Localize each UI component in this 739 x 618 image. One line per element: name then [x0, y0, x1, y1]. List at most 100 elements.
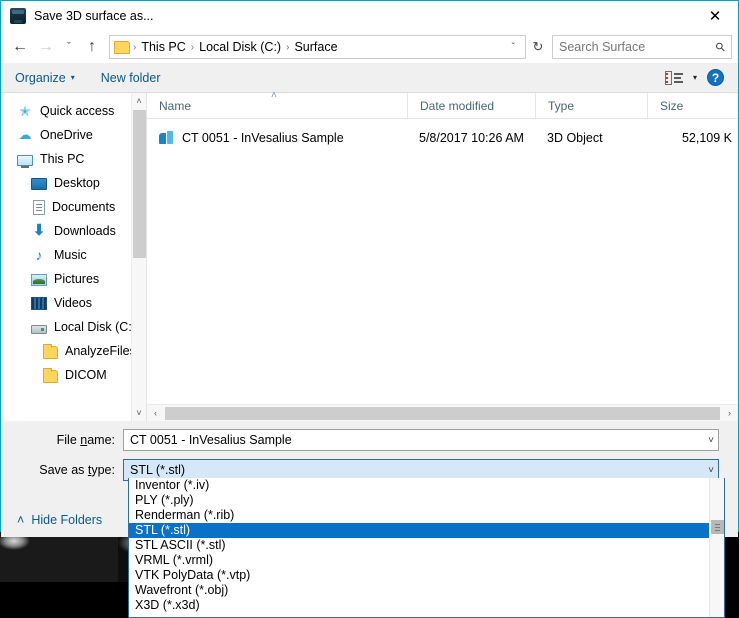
- column-header-label: Name: [159, 98, 192, 113]
- recent-locations-icon[interactable]: ˇ: [59, 34, 79, 60]
- search-input[interactable]: Search Surface ⚲: [552, 35, 732, 59]
- scrollbar-thumb[interactable]: [133, 110, 146, 258]
- dropdown-option[interactable]: Renderman (*.rib): [129, 508, 724, 523]
- title-bar: Save 3D surface as... ✕: [1, 1, 738, 31]
- sidebar-item-this-pc[interactable]: This PC: [1, 147, 146, 171]
- document-icon: [33, 199, 45, 215]
- folder-icon: [43, 367, 58, 383]
- sidebar-item-analyzefiles[interactable]: AnalyzeFiles: [1, 339, 146, 363]
- folder-icon: [114, 40, 130, 54]
- sidebar-item-pictures[interactable]: Pictures: [1, 267, 146, 291]
- dropdown-option[interactable]: STL ASCII (*.stl): [129, 538, 724, 553]
- column-header-row: Name ˄ Date modified Type Size: [147, 90, 738, 119]
- sidebar-item-quick-access[interactable]: ✭ Quick access: [1, 99, 146, 123]
- column-header-date-modified[interactable]: Date modified: [407, 93, 535, 118]
- address-dropdown-icon[interactable]: ˇ: [506, 42, 521, 53]
- video-icon: [31, 297, 47, 310]
- chevron-down-icon[interactable]: ˅: [702, 435, 714, 446]
- sidebar-item-videos[interactable]: Videos: [1, 291, 146, 315]
- folder-icon: [43, 343, 58, 359]
- organize-label: Organize: [15, 70, 66, 85]
- cell-size: 52,109 K: [681, 131, 732, 145]
- save-as-type-value: STL (*.stl): [130, 463, 186, 477]
- hide-folders-button[interactable]: ˄ Hide Folders: [17, 513, 102, 527]
- sidebar-item-label: Downloads: [54, 224, 116, 238]
- save-as-type-label-post: ype:: [91, 463, 115, 477]
- sidebar-item-downloads[interactable]: ⬇ Downloads: [1, 219, 146, 243]
- sidebar-item-label: Pictures: [54, 272, 100, 286]
- dropdown-option[interactable]: Wavefront (*.obj): [129, 583, 724, 598]
- sidebar-item-local-disk[interactable]: Local Disk (C:): [1, 315, 146, 339]
- invesalius-icon: [10, 8, 26, 24]
- file-name-input[interactable]: CT 0051 - InVesalius Sample ˅: [123, 429, 719, 451]
- file-name-label: CT 0051 - InVesalius Sample: [182, 131, 344, 145]
- back-icon[interactable]: ←: [7, 34, 33, 60]
- desktop-icon: [31, 178, 47, 190]
- sidebar-item-documents[interactable]: Documents: [1, 195, 146, 219]
- dropdown-option[interactable]: Inventor (*.iv): [129, 478, 724, 493]
- save-as-type-dropdown-list[interactable]: Inventor (*.iv) PLY (*.ply) Renderman (*…: [128, 478, 725, 618]
- sidebar-item-label: Videos: [54, 296, 92, 310]
- sidebar-item-music[interactable]: ♪ Music: [1, 243, 146, 267]
- view-controls: ▾ ?: [664, 69, 724, 86]
- sidebar-item-label: Documents: [52, 200, 116, 214]
- breadcrumb-item-surface[interactable]: Surface: [290, 40, 341, 54]
- sidebar-item-label: This PC: [40, 152, 85, 166]
- scroll-right-icon[interactable]: ›: [721, 408, 738, 418]
- sort-ascending-icon: ˄: [271, 90, 277, 101]
- view-mode-icon[interactable]: [664, 70, 683, 85]
- breadcrumb-item-this-pc[interactable]: This PC: [137, 40, 189, 54]
- scroll-down-icon[interactable]: ˅: [132, 405, 146, 421]
- dropdown-option[interactable]: X3D (*.x3d): [129, 598, 724, 613]
- scrollbar-thumb[interactable]: [711, 520, 724, 534]
- scrollbar-thumb[interactable]: [165, 406, 720, 420]
- scroll-up-icon[interactable]: ˄: [132, 93, 146, 109]
- new-folder-label: New folder: [100, 70, 161, 85]
- file-list-horizontal-scrollbar[interactable]: ‹ ›: [147, 404, 738, 421]
- help-icon[interactable]: ?: [707, 69, 724, 86]
- dropdown-option[interactable]: VTK PolyData (*.vtp): [129, 568, 724, 583]
- file-name-row: File name: CT 0051 - InVesalius Sample ˅: [1, 429, 738, 451]
- view-mode-chevron-down-icon[interactable]: ▾: [693, 73, 697, 82]
- dialog-body: ✭ Quick access ☁ OneDrive This PC Deskto…: [1, 90, 738, 421]
- sidebar-item-desktop[interactable]: Desktop: [1, 171, 146, 195]
- table-row[interactable]: CT 0051 - InVesalius Sample 5/8/2017 10:…: [147, 125, 738, 151]
- music-icon: ♪: [35, 247, 43, 263]
- up-icon[interactable]: ↑: [79, 34, 105, 60]
- new-folder-button[interactable]: New folder: [101, 71, 161, 85]
- breadcrumb-item-local-disk[interactable]: Local Disk (C:): [195, 40, 285, 54]
- dropdown-option[interactable]: VRML (*.vrml): [129, 553, 724, 568]
- sidebar-item-label: Local Disk (C:): [54, 320, 136, 334]
- dropdown-scrollbar[interactable]: [709, 478, 724, 617]
- column-header-name[interactable]: Name ˄: [147, 90, 407, 118]
- refresh-icon[interactable]: ↻: [526, 35, 550, 59]
- column-header-type[interactable]: Type: [535, 93, 647, 118]
- save-file-dialog: Save 3D surface as... ✕ ← → ˇ ↑ › This P…: [0, 0, 739, 537]
- sidebar-item-onedrive[interactable]: ☁ OneDrive: [1, 123, 146, 147]
- file-name-value: CT 0051 - InVesalius Sample: [130, 433, 292, 447]
- 3d-object-icon: [159, 130, 174, 146]
- search-icon: ⚲: [712, 38, 729, 56]
- download-icon: ⬇: [32, 222, 46, 239]
- cell-name: CT 0051 - InVesalius Sample: [147, 130, 407, 146]
- cell-type: 3D Object: [547, 131, 603, 145]
- dropdown-option-selected[interactable]: STL (*.stl): [129, 523, 724, 538]
- organize-button[interactable]: Organize ▾: [15, 71, 75, 85]
- column-header-size[interactable]: Size: [647, 93, 738, 118]
- close-icon[interactable]: ✕: [692, 1, 738, 31]
- chevron-up-icon: ˄: [17, 513, 25, 527]
- scroll-left-icon[interactable]: ‹: [147, 408, 164, 418]
- cell-date-modified: 5/8/2017 10:26 AM: [419, 131, 524, 145]
- navigation-pane: ✭ Quick access ☁ OneDrive This PC Deskto…: [1, 93, 146, 421]
- chevron-down-icon[interactable]: ˅: [702, 465, 714, 476]
- address-bar[interactable]: › This PC › Local Disk (C:) › Surface ˇ: [109, 35, 526, 59]
- sidebar-item-label: OneDrive: [40, 128, 93, 142]
- hide-folders-label: Hide Folders: [31, 513, 103, 527]
- sidebar-item-label: AnalyzeFiles: [65, 344, 136, 358]
- sidebar-item-dicom[interactable]: DICOM: [1, 363, 146, 387]
- cloud-icon: ☁: [18, 127, 32, 142]
- dropdown-option[interactable]: PLY (*.ply): [129, 493, 724, 508]
- file-name-label-pre: File: [56, 433, 81, 447]
- sidebar-scrollbar[interactable]: ˄ ˅: [131, 93, 146, 421]
- save-as-type-label: Save as type:: [1, 463, 123, 477]
